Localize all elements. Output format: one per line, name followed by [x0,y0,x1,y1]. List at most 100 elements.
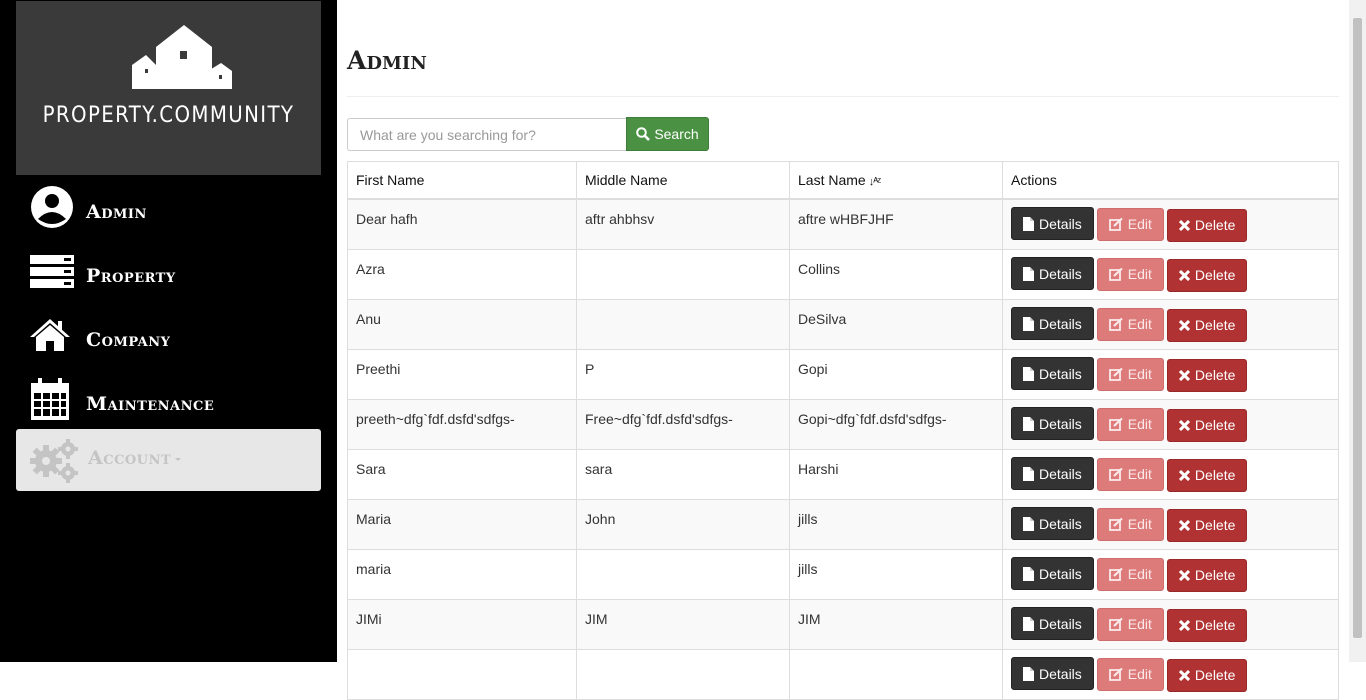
delete-button[interactable]: Delete [1166,558,1248,592]
delete-label: Delete [1194,317,1236,334]
sidebar: PROPERTY.COMMUNITY Admin Property Compan… [0,0,337,662]
edit-label: Edit [1127,216,1152,233]
gears-icon [30,439,78,483]
edit-button[interactable]: Edit [1096,657,1164,691]
table-row: Anu DeSilva Details Edit Delete [347,299,1339,350]
vertical-scrollbar[interactable] [1349,0,1366,662]
edit-button[interactable]: Edit [1096,457,1164,491]
search-button[interactable]: Search [626,117,709,151]
account-dropdown[interactable]: Account [16,429,321,491]
sort-ascending-icon: ↓ᴬᶻ [868,176,881,188]
delete-button[interactable]: Delete [1166,358,1248,392]
caret-down-icon [175,457,182,461]
edit-button[interactable]: Edit [1096,607,1164,641]
details-button[interactable]: Details [1011,457,1094,491]
details-button[interactable]: Details [1011,557,1094,591]
cell-first-name: Dear hafh [347,198,577,250]
table-row: Maria John jills Details Edit Delete [347,499,1339,550]
edit-button[interactable]: Edit [1096,307,1164,341]
cell-last-name: aftre wHBFJHF [789,198,1003,250]
cell-first-name: Sara [347,449,577,500]
edit-button[interactable]: Edit [1096,557,1164,591]
edit-icon [1108,417,1123,431]
details-button[interactable]: Details [1011,357,1094,391]
delete-button[interactable]: Delete [1166,508,1248,542]
nav-item-company[interactable]: Company [30,310,320,360]
nav-item-property[interactable]: Property [30,246,320,296]
edit-label: Edit [1127,466,1152,483]
table-row: Details Edit Delete [347,649,1339,700]
search-input[interactable] [347,118,626,151]
times-icon [1178,319,1190,331]
delete-label: Delete [1194,367,1236,384]
times-icon [1178,269,1190,281]
cell-middle-name [576,649,790,700]
cell-actions: Details Edit Delete [1002,499,1339,550]
table-row: Preethi P Gopi Details Edit Delete [347,349,1339,400]
page-title: Admin [347,46,427,75]
edit-button[interactable]: Edit [1096,257,1164,291]
delete-label: Delete [1194,567,1236,584]
cell-first-name: Preethi [347,349,577,400]
delete-button[interactable]: Delete [1166,658,1248,692]
edit-label: Edit [1127,516,1152,533]
table-row: Sara sara Harshi Details Edit Delete [347,449,1339,500]
details-button[interactable]: Details [1011,257,1094,291]
search-button-label: Search [654,126,699,142]
edit-icon [1108,267,1123,281]
house-logo-icon [132,25,232,89]
file-icon [1023,566,1034,581]
edit-icon [1108,517,1123,531]
edit-label: Edit [1127,666,1152,683]
brand-name: PROPERTY.COMMUNITY [42,103,295,128]
nav-item-maintenance[interactable]: Maintenance [30,374,320,424]
edit-label: Edit [1127,566,1152,583]
details-button[interactable]: Details [1011,507,1094,541]
cell-first-name: Maria [347,499,577,550]
edit-button[interactable]: Edit [1096,407,1164,441]
cell-last-name: jills [789,549,1003,600]
times-icon [1178,469,1190,481]
details-button[interactable]: Details [1011,407,1094,441]
cell-middle-name: Free~dfg`fdf.dsfd'sdfgs- [576,399,790,450]
delete-button[interactable]: Delete [1166,308,1248,342]
times-icon [1178,569,1190,581]
delete-button[interactable]: Delete [1166,208,1248,242]
edit-button[interactable]: Edit [1096,507,1164,541]
admin-table: First Name Middle Name Last Name ↓ᴬᶻ Acti… [347,161,1339,700]
edit-icon [1108,567,1123,581]
column-header-first-name[interactable]: First Name [347,161,577,200]
details-label: Details [1039,315,1082,332]
cell-actions: Details Edit Delete [1002,198,1339,250]
nav-label-admin: Admin [86,201,147,223]
edit-button[interactable]: Edit [1096,207,1164,241]
column-header-middle-name[interactable]: Middle Name [576,161,790,200]
column-header-last-name[interactable]: Last Name ↓ᴬᶻ [789,161,1003,200]
delete-button[interactable]: Delete [1166,408,1248,442]
file-icon [1023,316,1034,331]
cell-last-name: Gopi [789,349,1003,400]
file-icon [1023,516,1034,531]
nav-item-admin[interactable]: Admin [30,182,320,232]
table-header-row: First Name Middle Name Last Name ↓ᴬᶻ Acti… [347,161,1339,200]
delete-label: Delete [1194,267,1236,284]
delete-button[interactable]: Delete [1166,258,1248,292]
details-button[interactable]: Details [1011,207,1094,241]
cell-actions: Details Edit Delete [1002,249,1339,300]
details-label: Details [1039,265,1082,282]
cell-last-name: Gopi~dfg`fdf.dsfd'sdfgs- [789,399,1003,450]
nav-label-maintenance: Maintenance [86,393,215,415]
cell-actions: Details Edit Delete [1002,299,1339,350]
cell-actions: Details Edit Delete [1002,549,1339,600]
brand-logo[interactable]: PROPERTY.COMMUNITY [16,1,321,175]
edit-icon [1108,617,1123,631]
scrollbar-thumb[interactable] [1353,18,1362,638]
table-row: Dear hafh aftr ahbhsv aftre wHBFJHF Deta… [347,198,1339,250]
file-icon [1023,416,1034,431]
delete-button[interactable]: Delete [1166,458,1248,492]
delete-button[interactable]: Delete [1166,608,1248,642]
details-button[interactable]: Details [1011,657,1094,691]
details-button[interactable]: Details [1011,307,1094,341]
edit-button[interactable]: Edit [1096,357,1164,391]
details-button[interactable]: Details [1011,607,1094,641]
